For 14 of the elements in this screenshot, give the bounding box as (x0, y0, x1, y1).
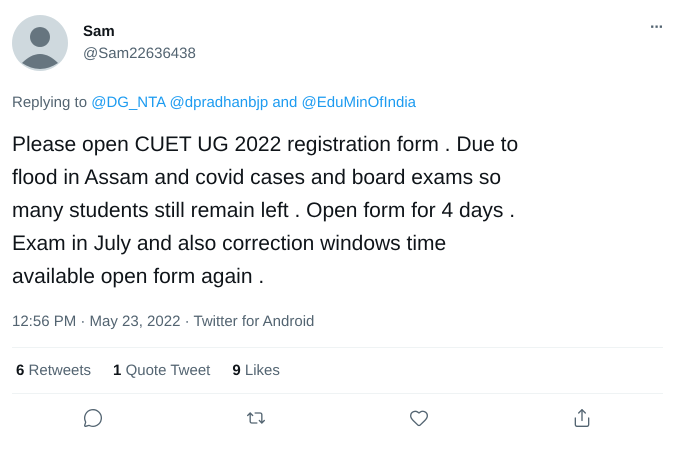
conjunction-text: and (272, 94, 298, 111)
tweet-stat[interactable]: 1 Quote Tweet (113, 362, 210, 379)
tweet-stat[interactable]: 6 Retweets (16, 362, 92, 379)
share-icon[interactable] (572, 408, 592, 428)
more-menu[interactable]: ··· (650, 19, 663, 37)
user-handle[interactable]: @Sam22636438 (83, 45, 636, 62)
replying-to-line: Replying to @DG_NTA @dpradhanbjp and @EduMinOfIndia (12, 94, 417, 111)
reply-icon[interactable] (83, 408, 104, 428)
tweet-timestamp[interactable]: 12:56 PM · May 23, 2022 · Twitter for Android (12, 313, 314, 330)
avatar[interactable] (12, 15, 68, 71)
user-name[interactable]: Sam (83, 23, 636, 40)
tweet-text: Please open CUET UG 2022 registration form . Due to flood in Assam and covid cases and board exams so many students still remain left . Open form for 4 days . Exam in July and also correction windows time available open form again . (12, 132, 520, 290)
tweet-stat[interactable]: 9 Likes (232, 362, 280, 379)
heart-icon[interactable] (408, 408, 429, 428)
